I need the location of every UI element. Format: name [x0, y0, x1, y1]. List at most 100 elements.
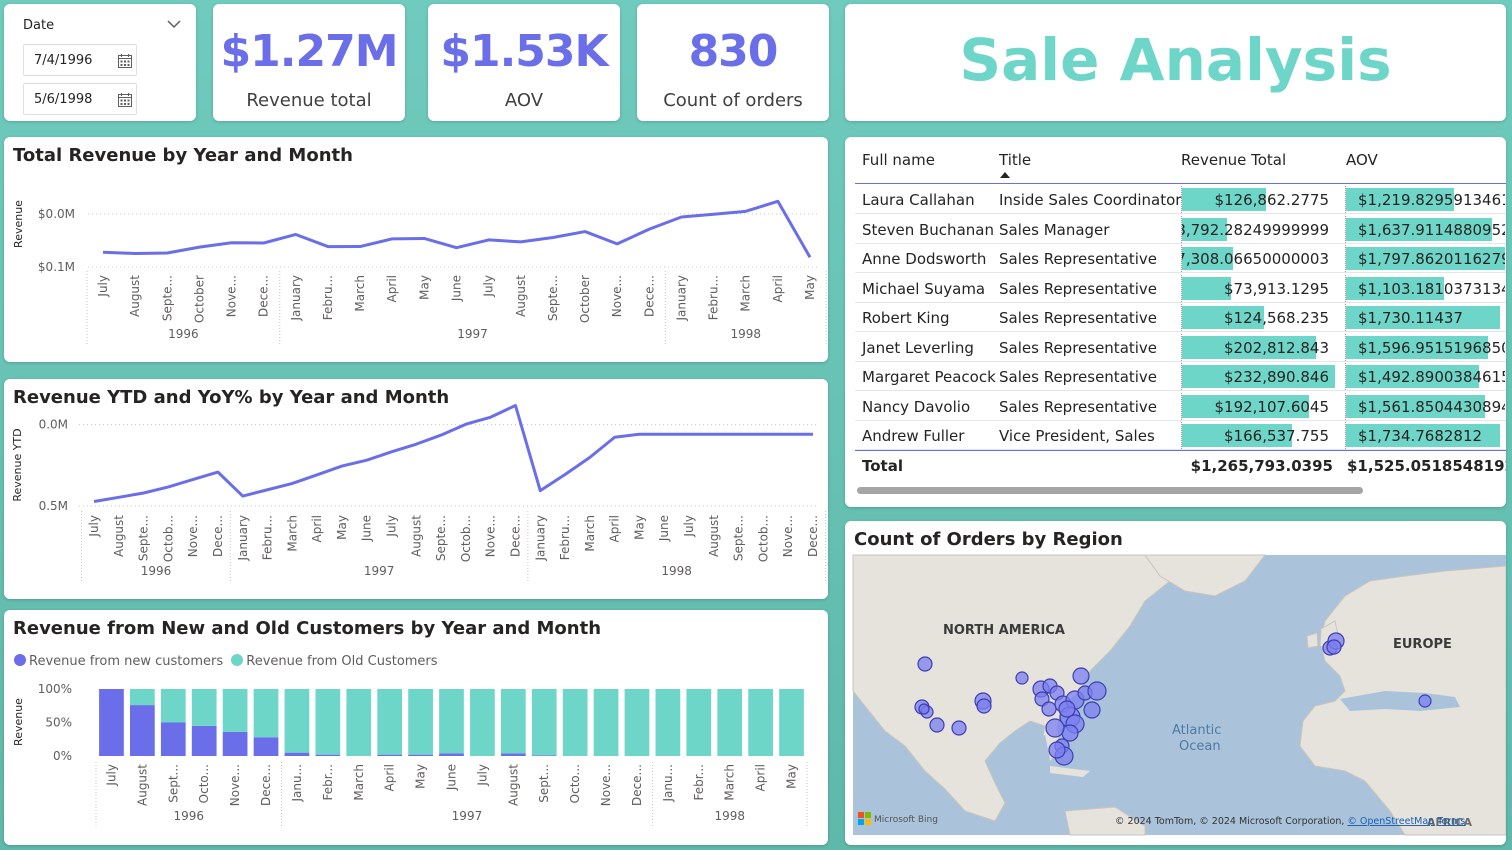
- year-label: 1996: [141, 564, 172, 578]
- table-row[interactable]: Michael Suyama Sales Representative $73,91…: [855, 274, 1506, 303]
- bar-old-customers[interactable]: [562, 689, 588, 756]
- orders-region-map-card[interactable]: Count of Orders by Region NORTH AMERICA …: [845, 521, 1506, 845]
- sort-ascending-icon[interactable]: [1000, 172, 1010, 178]
- order-bubble[interactable]: [1015, 671, 1029, 685]
- revenue-ytd-chart-card[interactable]: Revenue YTD and YoY% by Year and Month 0…: [4, 379, 828, 599]
- revenue-ytd-line-chart[interactable]: 0.5M 0.0M Revenue YTD July August Septe... Oct…: [4, 379, 828, 599]
- x-tick-label: October: [578, 275, 592, 323]
- table-row[interactable]: Laura Callahan Inside Sales Coordinator $1…: [855, 185, 1506, 214]
- bar-new-customers[interactable]: [253, 737, 279, 756]
- bar-old-customers[interactable]: [408, 689, 433, 755]
- column-header-title[interactable]: Title: [999, 151, 1031, 169]
- calendar-icon[interactable]: [117, 53, 133, 69]
- bar-old-customers[interactable]: [315, 689, 341, 755]
- chevron-down-icon[interactable]: [164, 14, 184, 34]
- order-bubble[interactable]: [1048, 741, 1066, 759]
- table-row[interactable]: Steven Buchanan Sales Manager $68,792.2824…: [855, 215, 1506, 244]
- bar-old-customers[interactable]: [284, 689, 310, 753]
- employee-table[interactable]: Full name Title Revenue Total AOV Laura …: [845, 137, 1506, 507]
- x-tick-label: Nove...: [599, 764, 613, 806]
- start-date-input[interactable]: 7/4/1996: [23, 44, 137, 76]
- column-header-aov[interactable]: AOV: [1346, 151, 1378, 169]
- order-bubble[interactable]: [1326, 639, 1342, 655]
- order-bubble[interactable]: [1058, 700, 1076, 718]
- x-tick-label: Octo...: [568, 764, 582, 803]
- bar-new-customers[interactable]: [130, 705, 155, 756]
- header-divider: [855, 183, 1506, 184]
- order-bubble[interactable]: [1072, 667, 1090, 685]
- order-bubble[interactable]: [976, 698, 992, 714]
- bar-new-customers[interactable]: [531, 755, 557, 756]
- bar-new-customers[interactable]: [222, 731, 248, 756]
- bar-new-customers[interactable]: [500, 753, 526, 756]
- table-row[interactable]: Nancy Davolio Sales Representative $192,10…: [855, 392, 1506, 421]
- bar-new-customers[interactable]: [439, 753, 464, 756]
- bar-new-customers[interactable]: [377, 754, 403, 756]
- x-tick-label: Febru...: [707, 275, 721, 320]
- kpi-value: $1.53K: [440, 26, 608, 77]
- bar-old-customers[interactable]: [160, 689, 186, 723]
- calendar-icon[interactable]: [117, 92, 133, 108]
- orders-region-map[interactable]: NORTH AMERICA EUROPE Atlantic Ocean Micr…: [845, 521, 1506, 845]
- revenue-line-chart[interactable]: $0.1M $0.0M Revenue July August Septe... Octob…: [4, 137, 828, 362]
- revenue-line-chart-card[interactable]: Total Revenue by Year and Month $0.1M $0.…: [4, 137, 828, 362]
- x-tick-label: Febru...: [261, 515, 275, 560]
- order-bubble[interactable]: [1045, 718, 1065, 738]
- bar-new-customers[interactable]: [191, 725, 217, 756]
- table-row[interactable]: Anne Dodsworth Sales Representative $77,30…: [855, 244, 1506, 273]
- order-bubble[interactable]: [929, 717, 945, 733]
- order-bubble[interactable]: [918, 703, 930, 715]
- table-row[interactable]: Robert King Sales Representative $124,568.…: [855, 303, 1506, 332]
- year-label: 1998: [730, 327, 761, 341]
- bar-old-customers[interactable]: [222, 689, 248, 732]
- x-tick-label: March: [583, 515, 597, 552]
- bar-old-customers[interactable]: [377, 689, 403, 755]
- bar-new-customers[interactable]: [160, 722, 186, 757]
- table-row[interactable]: Margaret Peacock Sales Representative $232…: [855, 362, 1506, 391]
- bar-old-customers[interactable]: [686, 689, 712, 756]
- table-row[interactable]: Janet Leverling Sales Representative $202,…: [855, 333, 1506, 362]
- bar-old-customers[interactable]: [346, 689, 372, 756]
- bar-old-customers[interactable]: [191, 689, 217, 726]
- bar-new-customers[interactable]: [284, 752, 310, 756]
- terms-link[interactable]: Terms: [1436, 816, 1465, 827]
- order-bubble[interactable]: [1083, 701, 1101, 719]
- bar-new-customers[interactable]: [315, 754, 341, 756]
- horizontal-scrollbar[interactable]: [857, 487, 1363, 494]
- column-header-revenue-total[interactable]: Revenue Total: [1181, 151, 1286, 169]
- x-tick-label: Dece...: [630, 764, 644, 806]
- bar-old-customers[interactable]: [253, 689, 279, 738]
- column-header-full-name[interactable]: Full name: [862, 151, 935, 169]
- series-line[interactable]: [93, 404, 813, 503]
- new-old-customers-bar-chart[interactable]: 100% 50% 0% Revenue July August Sept... Octo...…: [4, 610, 828, 845]
- bar-new-customers[interactable]: [99, 689, 124, 756]
- order-bubble[interactable]: [1087, 681, 1107, 701]
- y-tick-label: 0.0M: [39, 418, 68, 432]
- bar-old-customers[interactable]: [748, 689, 773, 756]
- end-date-input[interactable]: 5/6/1998: [23, 83, 137, 115]
- cell-title: Sales Representative: [999, 397, 1158, 416]
- bar-old-customers[interactable]: [439, 689, 464, 754]
- order-bubble[interactable]: [1418, 694, 1432, 708]
- bar-old-customers[interactable]: [593, 689, 619, 756]
- order-bubble[interactable]: [1041, 701, 1057, 717]
- osm-link[interactable]: © OpenStreetMap: [1347, 816, 1434, 827]
- order-bubble[interactable]: [951, 720, 967, 736]
- bar-old-customers[interactable]: [531, 689, 557, 756]
- bar-old-customers[interactable]: [779, 689, 804, 756]
- x-tick-label: March: [352, 764, 366, 801]
- aov-value: $1,797.8620116279070: [1358, 250, 1505, 268]
- bar-old-customers[interactable]: [500, 689, 526, 754]
- bar-old-customers[interactable]: [717, 689, 743, 756]
- bar-old-customers[interactable]: [655, 689, 681, 756]
- bar-old-customers[interactable]: [470, 689, 495, 756]
- cell-full-name: Laura Callahan: [862, 191, 975, 209]
- bar-old-customers[interactable]: [624, 689, 650, 756]
- x-tick-label: Dece...: [508, 515, 522, 557]
- bar-old-customers[interactable]: [130, 689, 155, 706]
- bar-new-customers[interactable]: [408, 754, 433, 756]
- order-bubble[interactable]: [917, 656, 933, 672]
- table-row[interactable]: Andrew Fuller Vice President, Sales $166,5…: [855, 421, 1506, 450]
- x-tick-label: Octob...: [459, 515, 473, 562]
- new-old-customers-chart-card[interactable]: Revenue from New and Old Customers by Ye…: [4, 610, 828, 845]
